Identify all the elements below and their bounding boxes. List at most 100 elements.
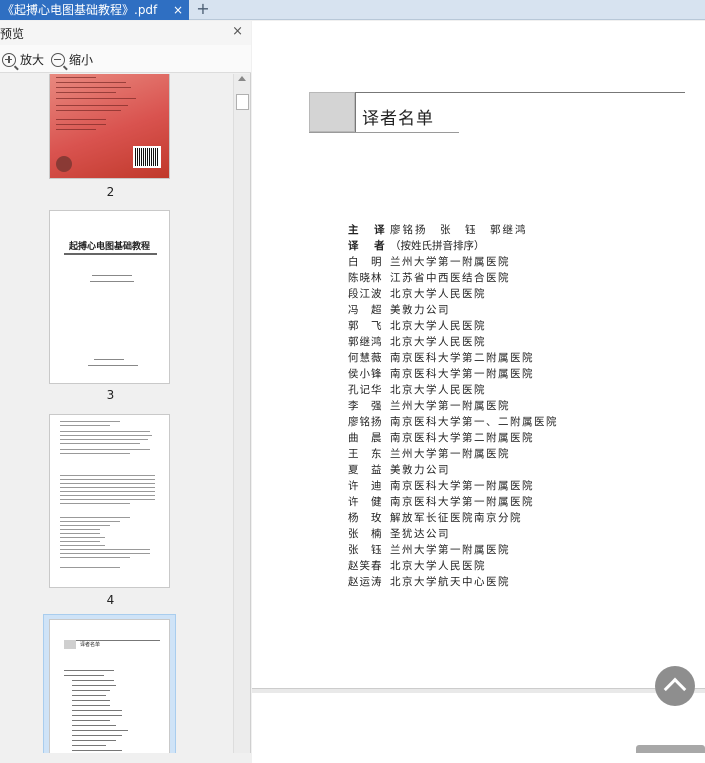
translator-name: 侯小锋 [348,368,383,380]
translator-name: 何慧薇 [348,352,383,364]
translator-row: 张 楠圣犹达公司 [348,526,450,542]
scroll-up-icon[interactable] [238,76,246,81]
translator-row: 廖铭扬 南京医科大学第一、二附属医院 [348,414,558,430]
preview-sidebar: 预览 × 放大 缩小 2 起搏心电图基础教程 3 4 译者名单 [0,21,251,753]
translator-name: 张 钰 [348,544,383,556]
translator-affiliation: 兰州大学第一附属医院 [390,544,510,556]
zoom-out-label: 缩小 [69,53,94,67]
translator-affiliation: 北京大学航天中心医院 [390,576,510,588]
translator-affiliation: 兰州大学第一附属医院 [390,400,510,412]
translator-row: 赵笑春 北京大学人民医院 [348,558,486,574]
barcode-icon [133,146,161,168]
new-tab-button[interactable]: + [194,0,212,19]
translator-name: 冯 超 [348,304,383,316]
translator-affiliation: 北京大学人民医院 [390,560,486,572]
translator-name: 孔记华 [348,384,383,396]
translator-name: 张 楠 [348,528,383,540]
scroll-top-button[interactable] [655,666,695,706]
sidebar-header: 预览 × [0,21,251,45]
translator-row: 冯 超美敦力公司 [348,302,450,318]
document-viewport[interactable]: 译者名单 主 译廖铭扬 张 钰 郭继鸿 译 者（按姓氏拼音排序） 白 明兰州大学… [252,21,705,763]
translator-affiliation: 美敦力公司 [390,464,450,476]
translator-row: 侯小锋 南京医科大学第一附属医院 [348,366,534,382]
thumbnail-page-5[interactable]: 译者名单 [49,619,170,753]
translator-affiliation: 南京医科大学第一、二附属医院 [390,416,558,428]
translator-row: 夏 益美敦力公司 [348,462,450,478]
translator-name: 李 强 [348,400,383,412]
thumbnail-page-number: 4 [106,593,115,607]
translator-row: 王 东兰州大学第一附属医院 [348,446,510,462]
translator-row: 曲 晨南京医科大学第二附属医院 [348,430,534,446]
translator-name: 夏 益 [348,464,383,476]
translator-row: 段江波 北京大学人民医院 [348,286,486,302]
chevron-up-icon [663,677,687,701]
page-heading: 译者名单 [362,109,434,129]
translator-name: 曲 晨 [348,432,383,444]
translator-affiliation: 美敦力公司 [390,304,450,316]
chief-translator-names: 廖铭扬 张 钰 郭继鸿 [390,224,528,236]
translator-name: 赵运涛 [348,576,383,588]
translator-affiliation: 北京大学人民医院 [390,384,486,396]
translator-name: 许 迪 [348,480,383,492]
translator-row: 何慧薇 南京医科大学第二附属医院 [348,350,534,366]
translator-name: 段江波 [348,288,383,300]
close-sidebar-icon[interactable]: × [232,24,243,39]
translator-name: 王 东 [348,448,383,460]
translator-affiliation: 解放军长征医院南京分院 [390,512,522,524]
translator-name: 许 健 [348,496,383,508]
translator-name: 郭 飞 [348,320,383,332]
translator-row: 郭继鸿 北京大学人民医院 [348,334,486,350]
translator-affiliation: 北京大学人民医院 [390,320,486,332]
translator-affiliation: 南京医科大学第二附属医院 [390,352,534,364]
scrollbar-thumb[interactable] [236,94,249,110]
thumbnail-page-3[interactable]: 起搏心电图基础教程 [49,210,170,384]
chief-translators-row: 主 译廖铭扬 张 钰 郭继鸿 [348,222,528,238]
thumbnail-list[interactable]: 2 起搏心电图基础教程 3 4 译者名单 [0,74,233,753]
sidebar-title: 预览 [0,27,25,41]
thumbnail-page-number: 3 [106,388,115,402]
tab-title: 《起搏心电图基础教程》.pdf [2,3,158,17]
translators-row: 译 者（按姓氏拼音排序） [348,238,485,254]
status-tab [636,745,705,753]
translator-row: 赵运涛 北京大学航天中心医院 [348,574,510,590]
zoom-in-label: 放大 [20,53,45,67]
translator-affiliation: 南京医科大学第一附属医院 [390,368,534,380]
translator-affiliation: 北京大学人民医院 [390,336,486,348]
translator-row: 杨 玫解放军长征医院南京分院 [348,510,522,526]
translator-row: 张 钰兰州大学第一附属医院 [348,542,510,558]
thumbnail-page-number: 2 [106,185,115,199]
zoom-in-button[interactable]: 放大 [2,51,44,68]
translator-name: 廖铭扬 [348,416,383,428]
zoom-in-icon [2,52,16,67]
translator-name: 杨 玫 [348,512,383,524]
translator-affiliation: 南京医科大学第一附属医院 [390,480,534,492]
translator-row: 白 明兰州大学第一附属医院 [348,254,510,270]
thumbnail-title: 译者名单 [80,642,101,648]
translator-affiliation: 北京大学人民医院 [390,288,486,300]
translator-row: 许 迪南京医科大学第一附属医院 [348,478,534,494]
translator-affiliation: 圣犹达公司 [390,528,450,540]
translator-row: 李 强兰州大学第一附属医院 [348,398,510,414]
zoom-out-icon [51,52,65,67]
translator-affiliation: 南京医科大学第二附属医院 [390,432,534,444]
role-label: 主 译 [348,224,391,236]
document-tab[interactable]: 《起搏心电图基础教程》.pdf × [0,0,189,20]
translator-row: 许 健南京医科大学第一附属医院 [348,494,534,510]
thumbnail-page-4[interactable] [49,414,170,588]
translator-name: 陈晓林 [348,272,383,284]
translator-affiliation: 南京医科大学第一附属医院 [390,496,534,508]
translator-row: 郭 飞北京大学人民医院 [348,318,486,334]
heading-decoration [309,92,355,132]
translator-name: 赵笑春 [348,560,383,572]
sort-note: （按姓氏拼音排序） [390,240,485,252]
sidebar-toolbar: 放大 缩小 [0,45,251,73]
translator-affiliation: 江苏省中西医结合医院 [390,272,510,284]
thumbnail-page-2[interactable] [49,74,170,179]
translator-affiliation: 兰州大学第一附属医院 [390,256,510,268]
thumbnail-title: 起搏心电图基础教程 [68,242,150,252]
zoom-out-button[interactable]: 缩小 [51,51,93,68]
tab-bar: 《起搏心电图基础教程》.pdf × + [0,0,705,20]
translator-row: 陈晓林 江苏省中西医结合医院 [348,270,510,286]
close-tab-icon[interactable]: × [173,0,183,20]
thumbnail-scrollbar[interactable] [233,74,250,753]
